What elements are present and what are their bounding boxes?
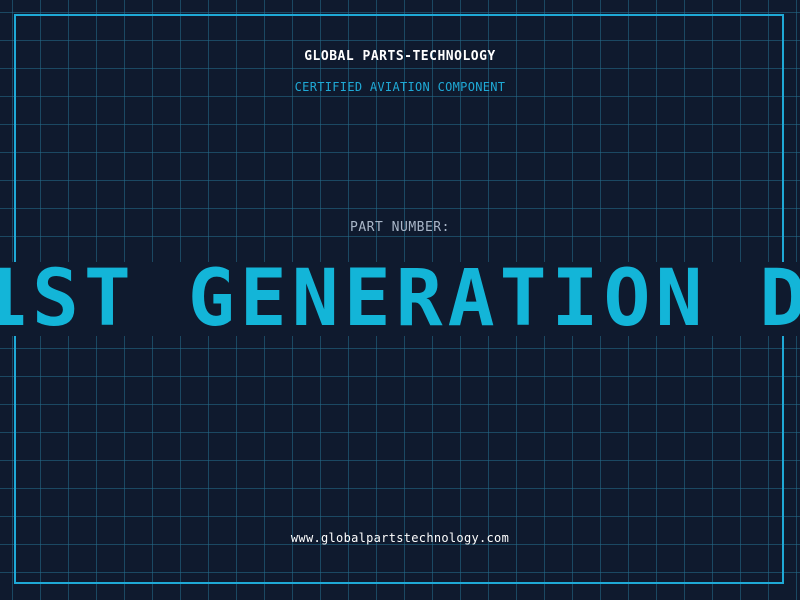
part-number-value: 1ST GENERATION DSP (0, 262, 800, 336)
tagline: CERTIFIED AVIATION COMPONENT (294, 80, 506, 94)
label-page: GLOBAL PARTS-TECHNOLOGY CERTIFIED AVIATI… (0, 0, 800, 600)
company-name: GLOBAL PARTS-TECHNOLOGY (304, 49, 496, 64)
website-url: www.globalpartstechnology.com (290, 531, 510, 545)
part-number-label: PART NUMBER: (350, 220, 450, 235)
part-number-band: 1ST GENERATION DSP (0, 262, 800, 336)
